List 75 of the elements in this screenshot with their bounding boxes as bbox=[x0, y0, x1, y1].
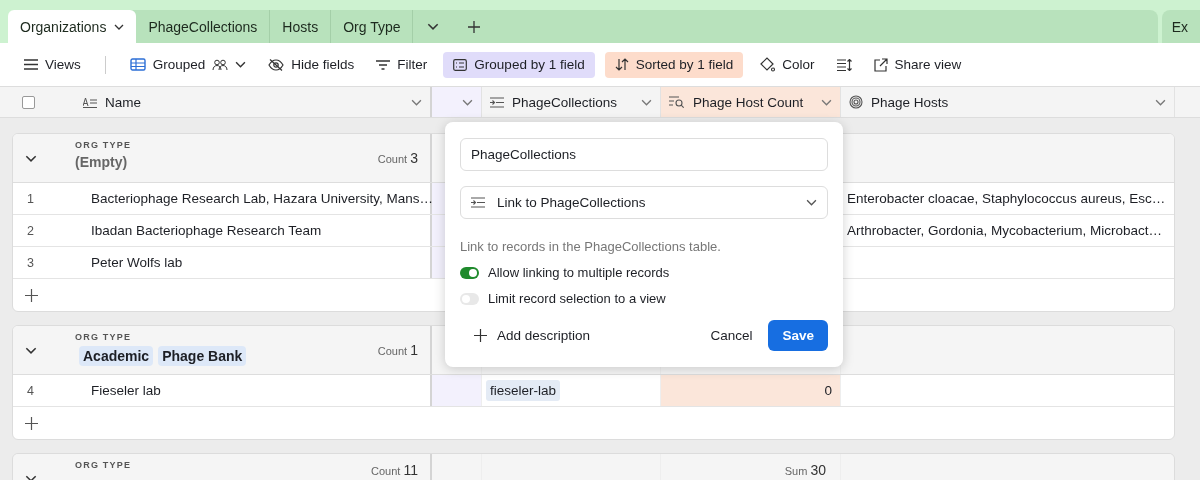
table-cell-text: Fieseler lab bbox=[90, 383, 161, 398]
chevron-down-icon bbox=[641, 98, 652, 106]
grid-icon bbox=[129, 58, 146, 71]
table-cell-text: Arthrobacter, Gordonia, Mycobacterium, Microbact… bbox=[846, 223, 1163, 238]
add-icon[interactable] bbox=[467, 19, 482, 34]
share-button[interactable]: Share view bbox=[867, 51, 968, 78]
row-height-icon bbox=[836, 58, 852, 71]
link-field-icon bbox=[490, 96, 504, 108]
column-header[interactable]: Phage Hosts bbox=[841, 87, 1175, 117]
field-description: Link to records in the PhageCollections table. bbox=[460, 239, 722, 254]
group-field-label: ORG TYPE bbox=[75, 140, 132, 150]
group-field-label: ORG TYPE bbox=[75, 332, 133, 342]
chevron-down-icon bbox=[1155, 98, 1166, 106]
select-all-checkbox[interactable] bbox=[22, 95, 35, 109]
column-header[interactable]: Phage Host Count bbox=[661, 87, 841, 117]
group-field-label: ORG TYPE bbox=[75, 460, 132, 470]
table-cell-text: 0 bbox=[823, 383, 833, 398]
spiral-icon bbox=[849, 95, 863, 109]
add-record-icon[interactable] bbox=[25, 288, 38, 302]
group-value: (Empty) bbox=[75, 154, 129, 170]
toggle-label: Allow linking to multiple records bbox=[488, 265, 670, 280]
count-field-icon bbox=[669, 96, 685, 108]
linked-record-tag: fieseler-lab bbox=[486, 380, 561, 401]
record-count: Count 3 bbox=[377, 149, 418, 166]
chevron-down-icon bbox=[235, 61, 247, 68]
field-type-select[interactable]: Link to PhageCollections bbox=[460, 186, 828, 219]
field-name-input[interactable]: PhageCollections bbox=[460, 138, 828, 171]
views-button[interactable]: Views bbox=[18, 51, 87, 78]
share-icon bbox=[873, 57, 888, 72]
summary-value: Sum 30 bbox=[784, 461, 826, 478]
add-icon bbox=[474, 329, 487, 342]
chevron-down-icon[interactable] bbox=[25, 346, 37, 354]
tag: Academic bbox=[79, 346, 154, 366]
row-number: 1 bbox=[26, 190, 35, 208]
group-button[interactable]: Grouped by 1 field bbox=[443, 51, 595, 78]
paint-bucket-icon bbox=[759, 57, 776, 72]
chevron-down-icon[interactable] bbox=[25, 474, 37, 480]
add-record-icon[interactable] bbox=[25, 416, 38, 430]
row-number: 3 bbox=[26, 254, 35, 272]
list-icon bbox=[453, 58, 468, 71]
cancel-button[interactable]: Cancel bbox=[694, 320, 769, 351]
chevron-down-icon[interactable] bbox=[427, 23, 440, 30]
sort-button[interactable]: Sorted by 1 field bbox=[604, 51, 744, 78]
tag: Phage Bank bbox=[158, 346, 247, 366]
table-cell-text: Enterobacter cloacae, Staphylococcus aureus, Esc… bbox=[846, 191, 1166, 206]
chevron-down-icon bbox=[806, 199, 817, 206]
table-tab[interactable]: Organizations bbox=[8, 10, 137, 43]
row-number: 2 bbox=[26, 222, 35, 240]
toggle-switch[interactable] bbox=[460, 266, 479, 279]
link-field-icon bbox=[471, 197, 485, 208]
table-cell-text: Peter Wolfs lab bbox=[90, 255, 183, 270]
color-button[interactable]: Color bbox=[753, 51, 821, 78]
row-number: 4 bbox=[26, 382, 35, 400]
table-cell-text: Ibadan Bacteriophage Research Team bbox=[90, 223, 322, 238]
record-count: Count 11 bbox=[371, 461, 418, 478]
chevron-down-icon bbox=[411, 98, 422, 106]
record-count: Count 1 bbox=[377, 341, 418, 358]
hide-button[interactable]: Hide fields bbox=[262, 51, 361, 78]
view-select-button[interactable]: Grouped bbox=[123, 51, 253, 78]
toggle-label: Limit record selection to a view bbox=[488, 291, 666, 306]
filter-icon bbox=[376, 59, 391, 70]
chevron-down-icon bbox=[114, 23, 125, 30]
sort-icon bbox=[614, 58, 629, 71]
menu-icon bbox=[24, 59, 38, 70]
people-icon bbox=[212, 58, 229, 71]
table-cell-text: Bacteriophage Research Lab, Hazara University, Mans… bbox=[90, 191, 433, 206]
text-field-icon bbox=[83, 96, 97, 108]
table-tab[interactable]: Ex bbox=[1161, 10, 1200, 43]
chevron-down-icon bbox=[462, 98, 473, 106]
save-button[interactable]: Save bbox=[768, 320, 828, 351]
chevron-down-icon bbox=[821, 98, 832, 106]
eye-slash-icon bbox=[268, 58, 285, 71]
chevron-down-icon[interactable] bbox=[25, 154, 37, 162]
filter-button[interactable]: Filter bbox=[370, 51, 434, 78]
add-description-button[interactable]: Add description bbox=[460, 328, 591, 343]
